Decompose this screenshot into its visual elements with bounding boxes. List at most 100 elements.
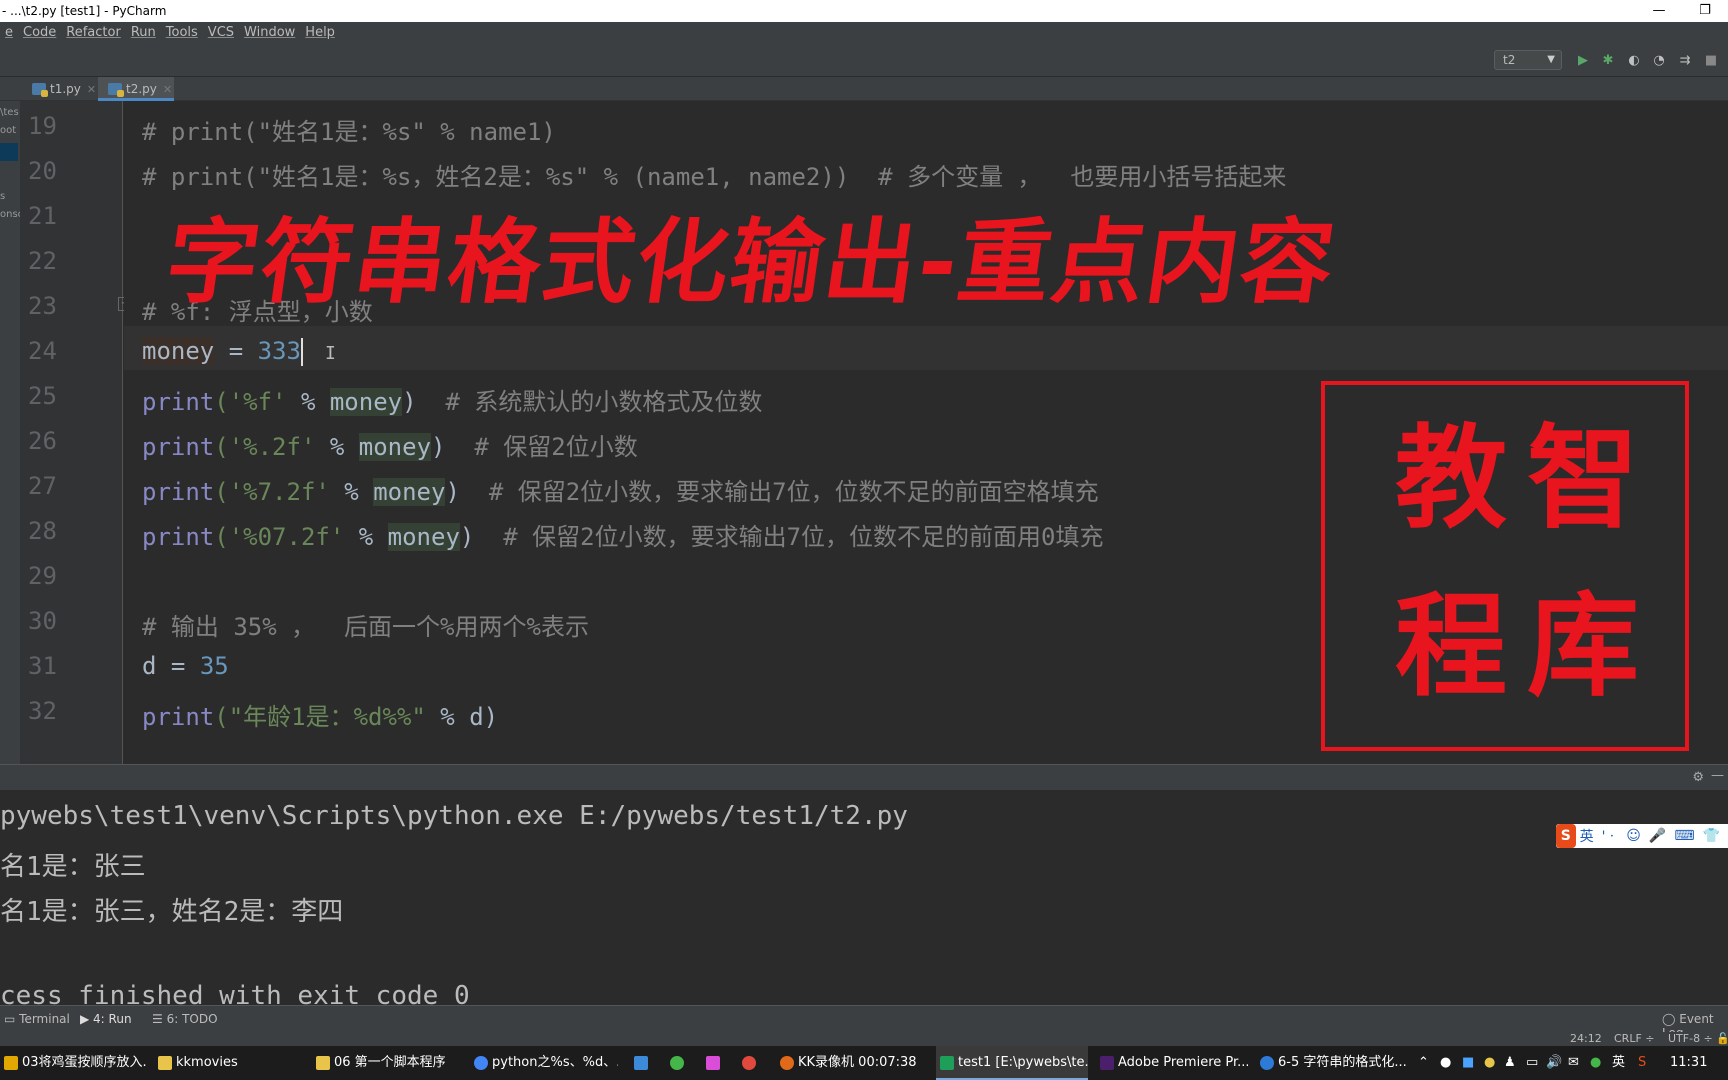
ime-toolbar[interactable]: S 英 'ㆍ ☺ 🎤 ⌨ 👕: [1556, 824, 1728, 848]
restore-icon[interactable]: ❐: [1682, 0, 1728, 22]
gear-icon[interactable]: ⚙: [1692, 770, 1704, 785]
hide-panel-icon[interactable]: —: [1711, 768, 1724, 783]
event-log-icon: ◯: [1662, 1012, 1680, 1026]
close-icon[interactable]: ✕: [87, 83, 96, 96]
run-icon[interactable]: ▶: [1575, 53, 1591, 69]
code-token: ): [459, 523, 504, 551]
mail-icon[interactable]: ✉: [1568, 1046, 1579, 1080]
line-separator[interactable]: CRLF ÷: [1614, 1032, 1655, 1045]
app-tray-icon[interactable]: ●: [1484, 1046, 1495, 1080]
chrome-icon: [474, 1056, 488, 1070]
window-titlebar: - ...\t2.py [test1] - PyCharm — ❐: [0, 0, 1728, 22]
taskbar-item[interactable]: 6-5 字符串的格式化...: [1256, 1046, 1408, 1080]
menu-tools[interactable]: Tools: [161, 22, 203, 44]
notification-icon[interactable]: ●: [1440, 1046, 1451, 1080]
code-token: print: [142, 478, 215, 506]
tab-t1[interactable]: t1.py ✕: [22, 77, 98, 101]
line-number: 23: [28, 292, 57, 320]
menu-file[interactable]: e: [0, 22, 18, 44]
profile-icon[interactable]: ◔: [1651, 53, 1667, 69]
ime-mode[interactable]: 英: [1580, 826, 1594, 846]
code-token: %: [344, 523, 388, 551]
chevron-up-icon[interactable]: ⌃: [1418, 1046, 1429, 1080]
debug-icon[interactable]: ✱: [1600, 53, 1616, 69]
qq-icon[interactable]: ♟: [1504, 1046, 1516, 1080]
bottom-tool-tabs: ▭ Terminal ▶ 4: Run ☰ 6: TODO ◯ Event Lo…: [0, 1005, 1728, 1040]
editor-tabs: t1.py ✕ t2.py ✕: [0, 77, 1728, 101]
caret-position[interactable]: 24:12: [1570, 1032, 1602, 1045]
code-token: print: [142, 703, 215, 731]
line-number: 22: [28, 247, 57, 275]
menu-help[interactable]: Help: [300, 22, 340, 44]
taskbar-item[interactable]: [666, 1046, 692, 1080]
skin-icon[interactable]: 👕: [1703, 828, 1720, 844]
code-token: % d): [425, 703, 499, 731]
taskbar-item[interactable]: [738, 1046, 764, 1080]
line-number: 21: [28, 202, 57, 230]
network-icon[interactable]: ▭: [1526, 1046, 1538, 1080]
line-number: 27: [28, 472, 57, 500]
chrome-icon: [742, 1056, 756, 1070]
run-config-select[interactable]: t2 ▼: [1494, 50, 1562, 70]
menu-vcs[interactable]: VCS: [203, 22, 239, 44]
emoji-icon[interactable]: ☺: [1626, 828, 1641, 844]
input-language[interactable]: 英: [1612, 1046, 1625, 1080]
project-selection[interactable]: [0, 143, 18, 161]
tab-label: t2.py: [126, 82, 157, 96]
microphone-icon[interactable]: 🎤: [1649, 828, 1666, 844]
code-token: =: [156, 652, 200, 680]
clock[interactable]: 11:31: [1670, 1046, 1707, 1080]
code-token: ): [431, 433, 475, 461]
tab-label: 6: TODO: [166, 1012, 218, 1026]
lock-icon[interactable]: 🔓: [1716, 1032, 1728, 1045]
tab-run[interactable]: ▶ 4: Run: [80, 1012, 132, 1026]
project-panel-strip: \tes oot s onsc: [0, 101, 23, 764]
seal-char: 智: [1527, 414, 1639, 544]
taskbar-item[interactable]: 03将鸡蛋按顺序放入...: [0, 1046, 148, 1080]
taskbar-label: 06 第一个脚本程序: [334, 1055, 446, 1070]
volume-icon[interactable]: 🔊: [1546, 1046, 1562, 1080]
window-title: - ...\t2.py [test1] - PyCharm: [2, 4, 167, 18]
menu-code[interactable]: Code: [18, 22, 61, 44]
coverage-icon[interactable]: ◐: [1626, 53, 1642, 69]
watermark-seal: 教 智 程 库: [1321, 381, 1689, 751]
code-line-28: print('%07.2f' % money) # 保留2位小数，要求输出7位，…: [142, 517, 1104, 552]
stop-icon[interactable]: ■: [1703, 53, 1719, 69]
punctuation-icon[interactable]: 'ㆍ: [1602, 826, 1619, 846]
app-tray-icon[interactable]: ■: [1462, 1046, 1474, 1080]
close-icon[interactable]: ✕: [163, 83, 172, 96]
sogou-tray-icon[interactable]: S: [1638, 1046, 1646, 1080]
terminal-icon: ▭: [4, 1012, 20, 1026]
menu-bar: e Code Refactor Run Tools VCS Window Hel…: [0, 22, 1728, 44]
tab-todo[interactable]: ☰ 6: TODO: [152, 1012, 218, 1026]
taskbar-item[interactable]: kkmovies: [154, 1046, 302, 1080]
code-line-32: print("年龄1是：%d%%" % d): [142, 697, 498, 732]
taskbar-label: 6-5 字符串的格式化...: [1278, 1055, 1407, 1070]
project-label: oot: [0, 125, 17, 136]
taskbar-item[interactable]: python之%s、%d、...: [470, 1046, 618, 1080]
tab-terminal[interactable]: ▭ Terminal: [4, 1012, 70, 1026]
minimize-icon[interactable]: —: [1636, 0, 1682, 22]
taskbar-item[interactable]: Adobe Premiere Pr...: [1096, 1046, 1248, 1080]
menu-refactor[interactable]: Refactor: [61, 22, 126, 44]
code-token: ('%07.2f': [214, 523, 345, 551]
taskbar-item[interactable]: 06 第一个脚本程序: [312, 1046, 460, 1080]
project-label: \tes: [0, 107, 19, 118]
keyboard-icon[interactable]: ⌨: [1674, 828, 1694, 844]
file-encoding[interactable]: UTF-8 ÷: [1668, 1032, 1713, 1045]
project-label: s: [0, 191, 6, 202]
taskbar-item[interactable]: test1 [E:\pywebs\te...: [936, 1046, 1088, 1080]
code-line-30: # 输出 35% ， 后面一个%用两个%表示: [142, 613, 589, 641]
code-line-26: print('%.2f' % money) # 保留2位小数: [142, 427, 638, 462]
menu-window[interactable]: Window: [239, 22, 300, 44]
run-output[interactable]: pywebs\test1\venv\Scripts\python.exe E:/…: [0, 790, 1728, 1005]
tab-t2[interactable]: t2.py ✕: [98, 77, 174, 101]
taskbar-item[interactable]: [630, 1046, 656, 1080]
run-icon: ▶: [80, 1012, 94, 1026]
taskbar-item[interactable]: KK录像机 00:07:38: [776, 1046, 924, 1080]
menu-run[interactable]: Run: [126, 22, 161, 44]
concurrency-icon[interactable]: ⇉: [1677, 53, 1693, 69]
taskbar-item[interactable]: [702, 1046, 728, 1080]
wechat-icon[interactable]: ●: [1590, 1046, 1601, 1080]
code-token: print: [142, 388, 215, 416]
